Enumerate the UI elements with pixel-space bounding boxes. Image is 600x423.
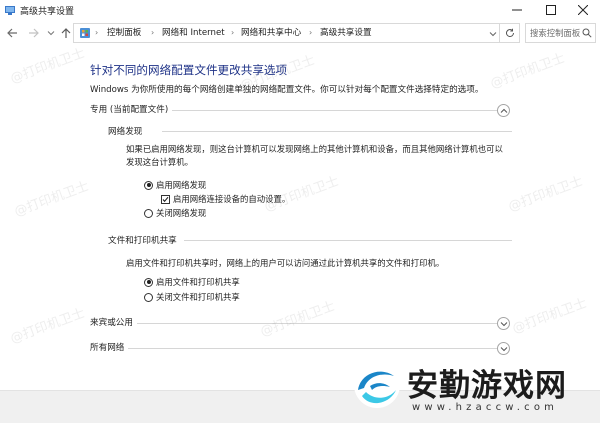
radio-button-selected[interactable] — [144, 277, 153, 287]
refresh-button[interactable] — [500, 23, 520, 43]
chevron-down-icon — [489, 32, 497, 37]
radio-button[interactable] — [144, 208, 153, 218]
search-icon — [582, 28, 592, 38]
chevron-up-icon — [500, 108, 507, 113]
title-bar: 高级共享设置 — [0, 0, 600, 20]
up-arrow-icon — [61, 28, 71, 38]
network-discovery-description: 如果已启用网络发现，则这台计算机可以发现网络上的其他计算机和设备，而且其他网络计… — [126, 144, 503, 167]
divider — [90, 348, 498, 349]
network-settings-icon — [5, 6, 15, 15]
divider — [184, 240, 512, 241]
address-bar[interactable]: › 控制面板 › 网络和 Internet › 网络和共享中心 › 高级共享设置 — [73, 23, 500, 43]
maximize-button[interactable] — [534, 0, 568, 20]
checkbox-auto-setup[interactable]: 启用网络连接设备的自动设置。 — [161, 193, 290, 205]
refresh-icon — [505, 28, 514, 38]
recent-locations-button[interactable] — [46, 26, 56, 40]
collapse-private-button[interactable] — [497, 104, 510, 117]
breadcrumb-network-sharing-center[interactable]: 网络和共享中心 — [241, 24, 301, 42]
maximize-icon — [546, 5, 556, 15]
site-logo: 安勤游戏网 www.hzaccw.com — [352, 358, 592, 418]
navigation-bar: › 控制面板 › 网络和 Internet › 网络和共享中心 › 高级共享设置… — [0, 20, 600, 46]
close-button[interactable] — [566, 0, 600, 20]
chevron-down-icon — [500, 346, 507, 351]
radio-button-selected[interactable] — [144, 180, 153, 190]
profile-title-private: 专用 (当前配置文件) — [90, 103, 173, 115]
site-logo-name: 安勤游戏网 — [407, 368, 567, 404]
checkbox-checked[interactable] — [161, 194, 170, 204]
site-logo-url: www.hzaccw.com — [412, 402, 559, 413]
breadcrumb-control-panel[interactable]: 控制面板 — [107, 24, 141, 42]
breadcrumb-advanced-sharing[interactable]: 高级共享设置 — [320, 24, 372, 42]
breadcrumb-separator: › — [95, 28, 99, 37]
expand-guest-button[interactable] — [497, 317, 510, 330]
minimize-button[interactable] — [500, 0, 534, 20]
radio-network-discovery-on[interactable]: 启用网络发现 — [144, 179, 206, 191]
radio-button[interactable] — [144, 292, 153, 302]
network-discovery-title: 网络发现 — [108, 127, 143, 137]
back-arrow-icon — [7, 28, 17, 38]
breadcrumb-separator: › — [309, 28, 313, 37]
site-logo-icon — [354, 362, 400, 408]
profile-header-private[interactable]: 专用 (当前配置文件) — [90, 103, 512, 117]
profile-title-all: 所有网络 — [90, 341, 129, 353]
profile-header-guest[interactable]: 来宾或公用 — [90, 316, 512, 330]
checkbox-label: 启用网络连接设备的自动设置。 — [173, 194, 291, 204]
page-description: Windows 为你所使用的每个网络创建单独的网络配置文件。你可以针对每个配置文… — [90, 85, 484, 95]
radio-file-sharing-off[interactable]: 关闭文件和打印机共享 — [144, 291, 240, 303]
back-button[interactable] — [5, 26, 19, 40]
profile-header-all[interactable]: 所有网络 — [90, 341, 512, 355]
up-button[interactable] — [59, 26, 73, 40]
search-placeholder: 搜索控制面板 — [530, 28, 581, 38]
chevron-down-icon — [500, 321, 507, 326]
page-title: 针对不同的网络配置文件更改共享选项 — [90, 63, 288, 77]
forward-button[interactable] — [27, 26, 41, 40]
profile-title-guest: 来宾或公用 — [90, 316, 137, 328]
breadcrumb-network-internet[interactable]: 网络和 Internet — [162, 24, 225, 42]
divider — [162, 131, 512, 132]
radio-label: 关闭文件和打印机共享 — [156, 292, 240, 302]
search-box[interactable]: 搜索控制面板 — [525, 23, 596, 43]
address-dropdown-button[interactable] — [487, 27, 499, 41]
radio-network-discovery-off[interactable]: 关闭网络发现 — [144, 207, 206, 219]
radio-label: 关闭网络发现 — [156, 208, 207, 218]
file-printer-sharing-description: 启用文件和打印机共享时，网络上的用户可以访问通过此计算机共享的文件和打印机。 — [126, 258, 445, 268]
radio-file-sharing-on[interactable]: 启用文件和打印机共享 — [144, 276, 240, 288]
chevron-down-icon — [47, 31, 55, 36]
file-printer-sharing-title: 文件和打印机共享 — [108, 236, 177, 246]
breadcrumb-separator: › — [151, 28, 155, 37]
main-content: 针对不同的网络配置文件更改共享选项 Windows 为你所使用的每个网络创建单独… — [0, 46, 600, 390]
divider — [90, 323, 498, 324]
forward-arrow-icon — [29, 28, 39, 38]
control-panel-icon — [80, 28, 90, 38]
radio-label: 启用网络发现 — [156, 180, 207, 190]
radio-label: 启用文件和打印机共享 — [156, 277, 240, 287]
close-icon — [578, 5, 588, 15]
minimize-icon — [512, 9, 522, 11]
expand-all-networks-button[interactable] — [497, 342, 510, 355]
checkmark-icon — [162, 196, 169, 202]
window-title: 高级共享设置 — [20, 7, 75, 17]
breadcrumb-separator: › — [231, 28, 235, 37]
